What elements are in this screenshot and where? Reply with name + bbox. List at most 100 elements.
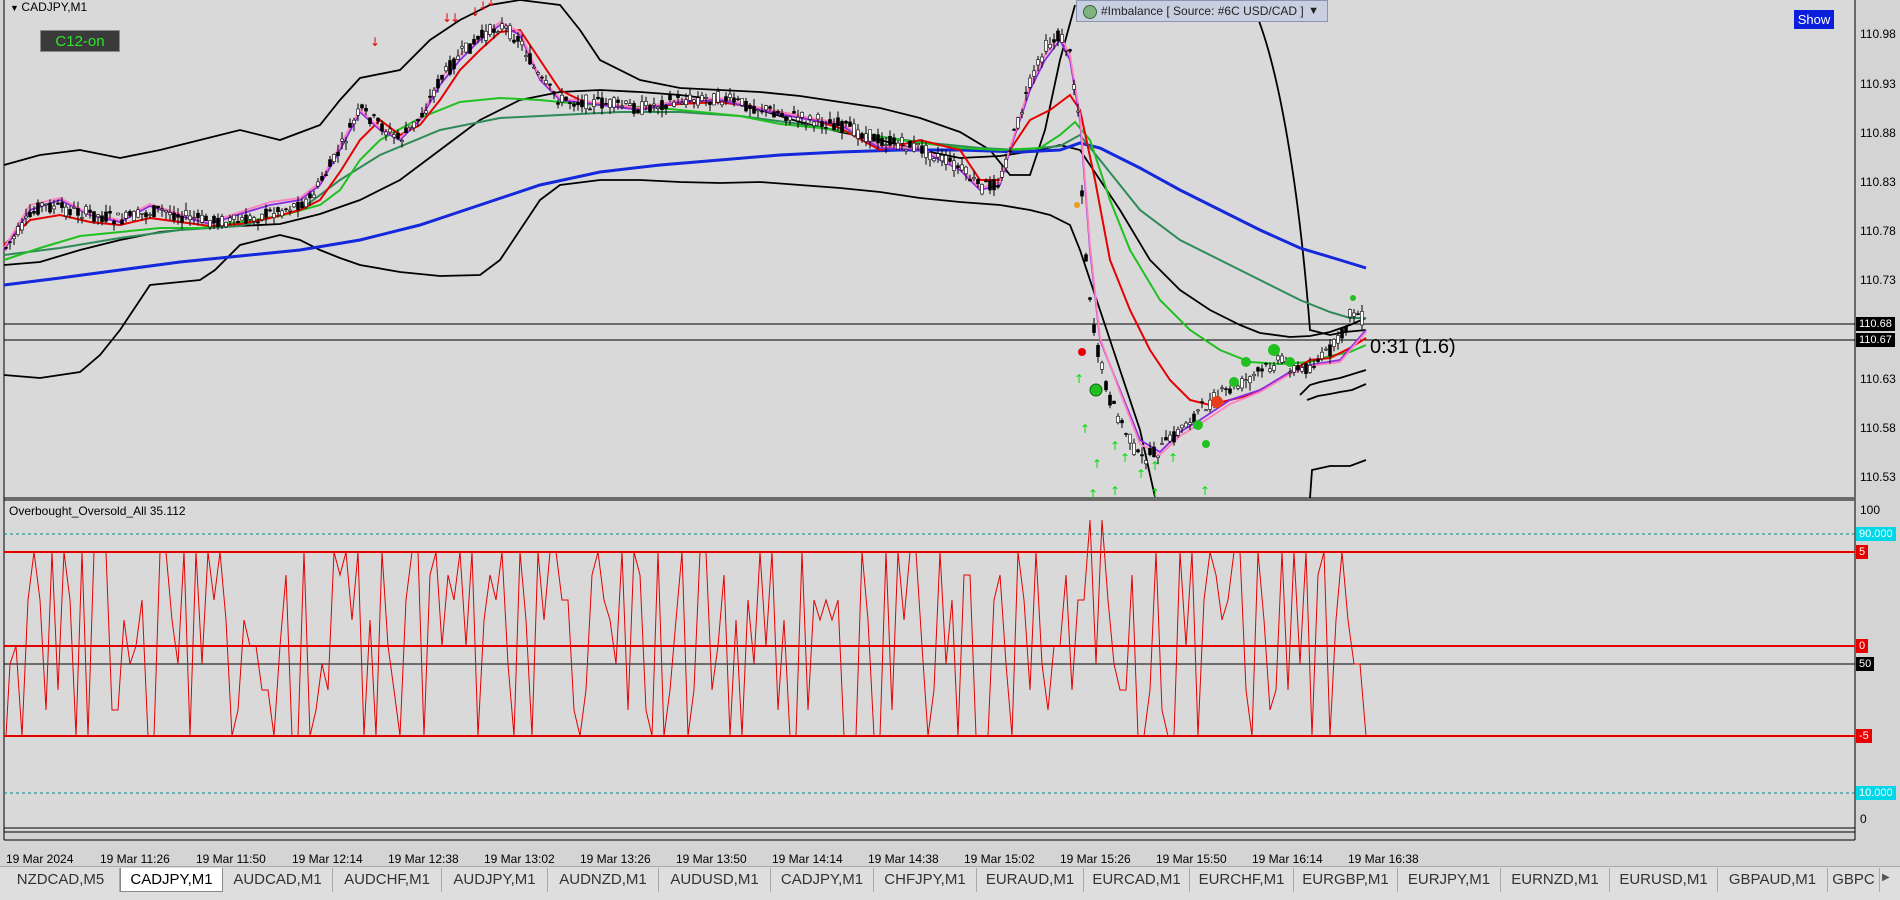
time-tick: 19 Mar 14:14	[772, 852, 843, 866]
osc-level-tag: 50	[1856, 657, 1875, 671]
current-price-tag: 110.68	[1856, 317, 1895, 331]
ma-slow-blue	[3, 141, 1367, 287]
signal-dot	[1193, 420, 1203, 430]
candle-body	[464, 42, 468, 53]
tab-audchf-m1[interactable]: AUDCHF,M1	[333, 868, 442, 892]
candle-body	[836, 117, 840, 127]
price-tick: 110.53	[1860, 470, 1896, 484]
candle-body	[280, 210, 284, 217]
candle-body	[1280, 355, 1284, 363]
tab-euraud-m1[interactable]: EURAUD,M1	[977, 868, 1084, 892]
candle-body	[716, 91, 720, 103]
candle-body	[1052, 39, 1056, 43]
signal-dot	[1089, 383, 1103, 397]
arrow-up-icon: ↑	[1110, 439, 1120, 453]
tab-eurgbp-m1[interactable]: EURGBP,M1	[1294, 868, 1398, 892]
candle-body	[216, 217, 220, 227]
chevron-down-icon[interactable]: ▼	[1308, 1, 1319, 21]
candle-body	[496, 31, 500, 34]
candle-body	[1356, 313, 1360, 315]
c12-toggle-button[interactable]: C12-on	[40, 30, 120, 52]
tab-gbpaud-m1[interactable]: GBPAUD,M1	[1718, 868, 1828, 892]
tab-chfjpy-m1[interactable]: CHFJPY,M1	[874, 868, 977, 892]
candle-body	[208, 220, 212, 228]
tab-audusd-m1[interactable]: AUDUSD,M1	[659, 868, 771, 892]
tab-audjpy-m1[interactable]: AUDJPY,M1	[442, 868, 548, 892]
candle-body	[1292, 365, 1296, 373]
candle-body	[92, 211, 96, 222]
candle-body	[940, 155, 944, 162]
candle-body	[984, 180, 988, 183]
tab-nzdcad-m5[interactable]: NZDCAD,M5	[2, 868, 120, 892]
tab-audcad-m1[interactable]: AUDCAD,M1	[223, 868, 333, 892]
candle-body	[1056, 30, 1060, 42]
tab-eurjpy-m1[interactable]: EURJPY,M1	[1398, 868, 1501, 892]
candle-body	[596, 96, 600, 100]
time-tick: 19 Mar 11:50	[196, 852, 266, 866]
tab-eurchf-m1[interactable]: EURCHF,M1	[1190, 868, 1294, 892]
candle-body	[668, 95, 672, 101]
candle-body	[76, 208, 80, 216]
tab-eurcad-m1[interactable]: EURCAD,M1	[1084, 868, 1190, 892]
candle-body	[160, 208, 164, 211]
tab-eurnzd-m1[interactable]: EURNZD,M1	[1501, 868, 1610, 892]
candle-body	[52, 205, 56, 210]
osc-level-tag: -5	[1856, 729, 1872, 743]
candle-body	[144, 212, 148, 218]
arrow-down-icon: ↓	[450, 11, 460, 25]
candle-body	[704, 97, 708, 99]
candle-body	[444, 66, 448, 72]
candle-body	[500, 23, 504, 30]
candle-body	[312, 194, 316, 199]
candle-body	[1072, 84, 1076, 90]
candle-body	[1328, 344, 1332, 357]
candle-body	[88, 209, 92, 213]
candle-body	[1088, 297, 1092, 300]
tab-audnzd-m1[interactable]: AUDNZD,M1	[548, 868, 659, 892]
candle-body	[1272, 365, 1276, 371]
candle-body	[452, 58, 456, 70]
candle-body	[240, 217, 244, 221]
candle-body	[1128, 433, 1132, 444]
candle-body	[148, 214, 152, 216]
candle-body	[756, 109, 760, 112]
candle-body	[1060, 34, 1064, 43]
candle-body	[288, 209, 292, 212]
candle-body	[1116, 415, 1120, 424]
tab-cadjpy-m1[interactable]: CADJPY,M1	[771, 868, 874, 892]
show-button[interactable]: Show	[1794, 10, 1834, 29]
candle-body	[916, 143, 920, 146]
candle-body	[1112, 400, 1116, 405]
candle-body	[1256, 367, 1260, 372]
signal-dot	[1241, 357, 1251, 367]
candle-body	[484, 31, 488, 41]
time-tick: 19 Mar 13:26	[580, 852, 651, 866]
candle-body	[820, 121, 824, 127]
candle-body	[236, 220, 240, 223]
tabs-scroll-right-icon[interactable]: ▶	[1882, 872, 1896, 888]
candle-body	[276, 207, 280, 213]
imbalance-dropdown[interactable]: #Imbalance [ Source: #6C USD/CAD ] ▼	[1076, 0, 1328, 22]
candle-body	[524, 55, 528, 57]
candle-body	[728, 93, 732, 98]
candle-body	[580, 99, 584, 108]
tab-gbpc[interactable]: GBPC	[1828, 868, 1880, 892]
candle-body	[128, 211, 132, 216]
candle-body	[476, 35, 480, 40]
tab-cadjpy-m1-active[interactable]: CADJPY,M1	[120, 868, 223, 892]
candle-body	[652, 103, 656, 106]
signal-dot	[1202, 440, 1210, 448]
arrow-up-icon: ↑	[1088, 487, 1098, 501]
candle-body	[840, 121, 844, 133]
candle-body	[412, 121, 416, 129]
candle-body	[912, 142, 916, 152]
candle-body	[976, 178, 980, 185]
caret-down-icon[interactable]: ▼	[10, 3, 21, 13]
candle-body	[348, 122, 352, 128]
candle-body	[384, 131, 388, 136]
candle-body	[1184, 422, 1188, 428]
candle-body	[1152, 446, 1156, 458]
tab-eurusd-m1[interactable]: EURUSD,M1	[1610, 868, 1718, 892]
candle-body	[1180, 424, 1184, 429]
current-price-tag: 110.67	[1856, 333, 1895, 347]
